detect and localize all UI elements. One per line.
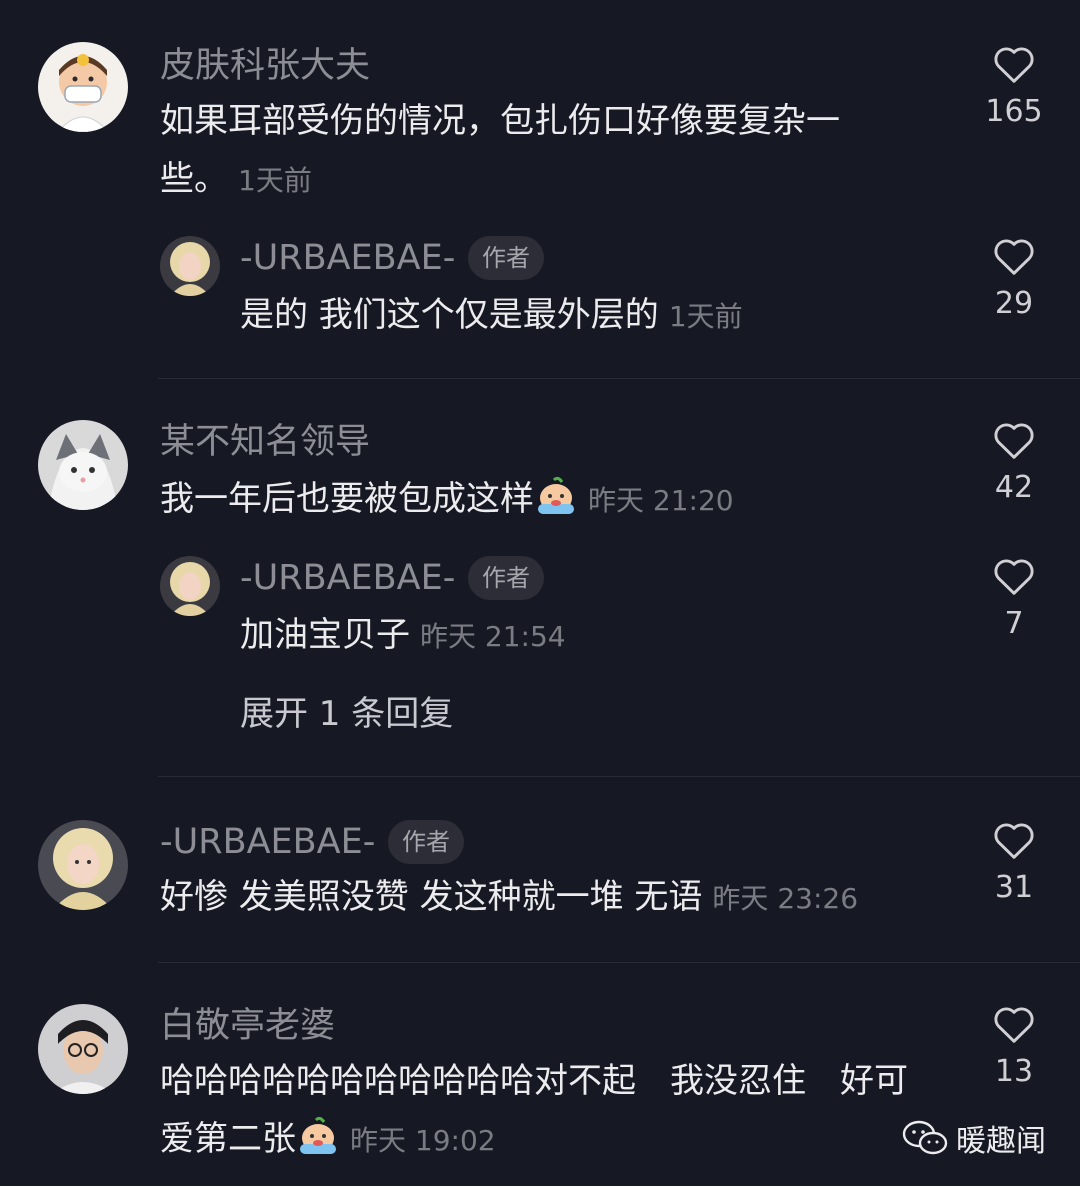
avatar[interactable] bbox=[38, 820, 128, 910]
watermark-text: 暖趣闻 bbox=[956, 1124, 1046, 1159]
like-button[interactable]: 31 bbox=[974, 820, 1054, 906]
divider bbox=[158, 776, 1080, 777]
watermark: 暖趣闻 bbox=[902, 1116, 1046, 1160]
expand-replies-button[interactable]: 展开 1 条回复 bbox=[240, 692, 453, 736]
wechat-icon bbox=[902, 1120, 948, 1155]
like-button[interactable]: 13 bbox=[974, 1004, 1054, 1090]
crying-emoji-icon bbox=[534, 476, 578, 534]
cat-avatar-image bbox=[38, 420, 128, 510]
reply-username[interactable]: -URBAEBAE- bbox=[240, 236, 455, 280]
like-count: 165 bbox=[985, 94, 1043, 129]
author-badge: 作者 bbox=[388, 820, 464, 864]
heart-icon bbox=[994, 423, 1034, 459]
comment-username[interactable]: -URBAEBAE- bbox=[160, 820, 375, 864]
avatar[interactable] bbox=[38, 42, 128, 132]
like-count: 42 bbox=[994, 470, 1034, 505]
comment-time: 昨天 21:20 bbox=[588, 484, 734, 517]
user-avatar-image bbox=[38, 1004, 128, 1094]
comment-text: 如果耳部受伤的情况，包扎伤口好像要复杂一些。 1天前 bbox=[160, 92, 900, 210]
comment-username[interactable]: 白敬亭老婆 bbox=[160, 1004, 335, 1048]
divider bbox=[158, 962, 1080, 963]
reply-time: 昨天 21:54 bbox=[420, 620, 566, 653]
comment-body: 好惨 发美照没赞 发这种就一堆 无语 bbox=[160, 877, 703, 917]
comment-text: 我一年后也要被包成这样 昨天 21:20 bbox=[160, 470, 940, 534]
avatar[interactable] bbox=[160, 556, 220, 616]
like-count: 7 bbox=[1004, 606, 1024, 641]
reply-text: 是的 我们这个仅是最外层的 1天前 bbox=[240, 286, 940, 346]
heart-icon bbox=[994, 47, 1034, 83]
author-badge: 作者 bbox=[468, 236, 544, 280]
author-avatar-image bbox=[38, 820, 128, 910]
heart-icon bbox=[994, 559, 1034, 595]
reply-body: 加油宝贝子 bbox=[240, 615, 410, 655]
divider bbox=[158, 378, 1080, 379]
like-button[interactable]: 165 bbox=[974, 44, 1054, 130]
like-button[interactable]: 42 bbox=[974, 420, 1054, 506]
avatar[interactable] bbox=[160, 236, 220, 296]
like-count: 29 bbox=[994, 286, 1034, 321]
like-count: 31 bbox=[994, 870, 1034, 905]
like-button[interactable]: 7 bbox=[974, 556, 1054, 642]
like-button[interactable]: 29 bbox=[974, 236, 1054, 322]
comment-username[interactable]: 某不知名领导 bbox=[160, 420, 370, 464]
heart-icon bbox=[994, 239, 1034, 275]
avatar[interactable] bbox=[38, 1004, 128, 1094]
reply-time: 1天前 bbox=[668, 300, 743, 333]
comment-time: 1天前 bbox=[238, 164, 312, 197]
comment-body: 哈哈哈哈哈哈哈哈哈哈哈对不起 我没忍住 好可爱第二张 bbox=[160, 1061, 908, 1159]
heart-icon bbox=[994, 823, 1034, 859]
comment-time: 昨天 19:02 bbox=[350, 1124, 496, 1157]
author-badge: 作者 bbox=[468, 556, 544, 600]
comment-text: 哈哈哈哈哈哈哈哈哈哈哈对不起 我没忍住 好可爱第二张 昨天 19:02 bbox=[160, 1052, 940, 1174]
heart-icon bbox=[994, 1007, 1034, 1043]
comment-time: 昨天 23:26 bbox=[712, 882, 859, 915]
reply-body: 是的 我们这个仅是最外层的 bbox=[240, 295, 659, 335]
like-count: 13 bbox=[994, 1054, 1034, 1089]
doctor-avatar-image bbox=[38, 42, 128, 132]
author-avatar-image bbox=[160, 556, 220, 616]
reply-text: 加油宝贝子 昨天 21:54 bbox=[240, 606, 940, 666]
crying-emoji-icon bbox=[296, 1116, 340, 1174]
comment-body: 我一年后也要被包成这样 bbox=[160, 479, 534, 519]
avatar[interactable] bbox=[38, 420, 128, 510]
comment-text: 好惨 发美照没赞 发这种就一堆 无语 昨天 23:26 bbox=[160, 868, 940, 928]
reply-username[interactable]: -URBAEBAE- bbox=[240, 556, 455, 600]
author-avatar-image bbox=[160, 236, 220, 296]
comment-username[interactable]: 皮肤科张大夫 bbox=[160, 44, 370, 88]
